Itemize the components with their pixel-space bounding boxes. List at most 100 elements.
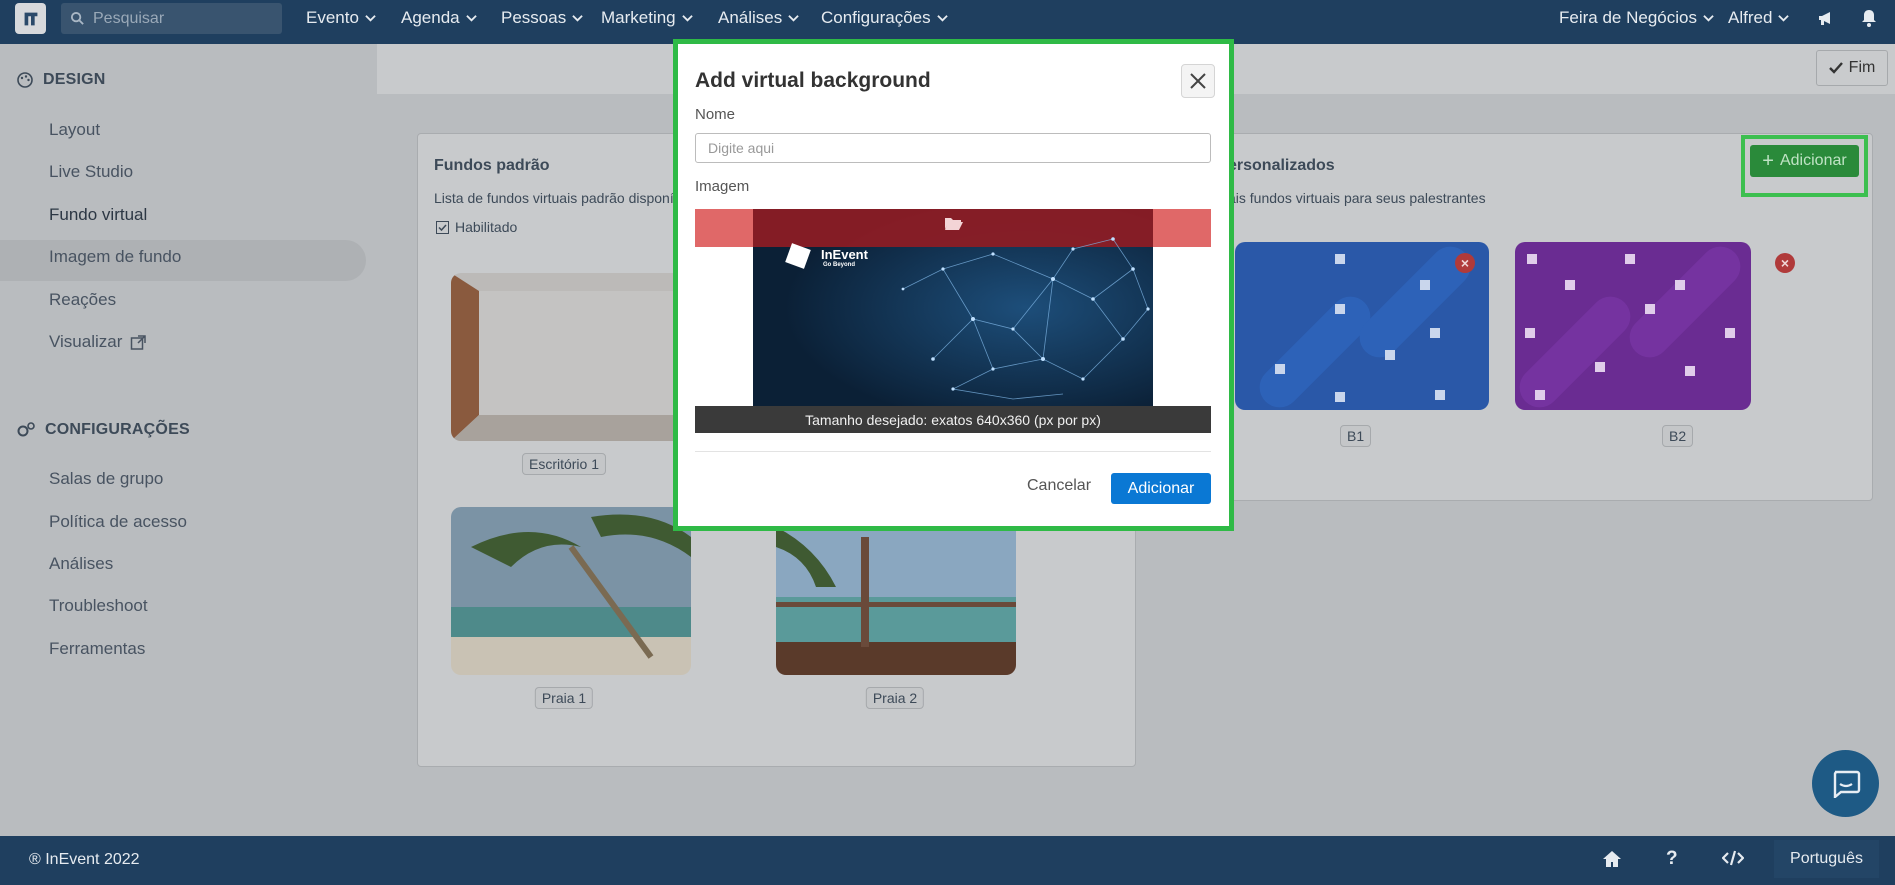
thumbnail-praia-2[interactable] xyxy=(776,507,1016,675)
modal-title: Add virtual background xyxy=(695,69,931,92)
help-icon[interactable]: ? xyxy=(1666,848,1678,870)
chevron-down-icon xyxy=(788,14,799,22)
nav-evento[interactable]: Evento xyxy=(306,8,376,28)
external-link-icon xyxy=(131,334,147,350)
thumbnail-caption: Praia 1 xyxy=(534,687,594,709)
palette-icon xyxy=(17,72,33,88)
network-background-image xyxy=(753,209,1153,406)
section-label: CONFIGURAÇÕES xyxy=(45,421,190,438)
card-description: ais fundos virtuais para seus palestrant… xyxy=(1228,190,1486,206)
plus-icon: + xyxy=(1762,150,1774,172)
sidebar-item-fundo-virtual[interactable]: Fundo virtual xyxy=(49,205,147,225)
nav-label: Configurações xyxy=(821,8,931,27)
add-button-highlight: + Adicionar xyxy=(1741,135,1868,197)
nav-label: Marketing xyxy=(601,8,676,27)
folder-open-icon[interactable] xyxy=(944,215,964,236)
add-custom-background-button[interactable]: + Adicionar xyxy=(1750,145,1859,177)
top-navbar: Evento Agenda Pessoas Marketing Análises… xyxy=(0,0,1895,44)
done-button[interactable]: Fim xyxy=(1816,50,1888,86)
code-icon[interactable] xyxy=(1721,849,1745,872)
nav-marketing[interactable]: Marketing xyxy=(601,8,693,28)
chevron-down-icon xyxy=(1703,14,1714,22)
search-input[interactable] xyxy=(93,9,273,28)
image-upload-area[interactable]: InEvent Go Beyond Tamanho desejado: exat… xyxy=(695,209,1211,433)
preview-logo-tagline: Go Beyond xyxy=(823,262,856,268)
footer: ® InEvent 2022 ? Português xyxy=(0,836,1895,885)
bell-icon[interactable] xyxy=(1860,8,1878,33)
sidebar: DESIGN Layout Live Studio Fundo virtual … xyxy=(0,44,377,836)
nav-label: Pessoas xyxy=(501,8,567,27)
design-section-title: DESIGN xyxy=(16,71,106,89)
sidebar-item-reacoes[interactable]: Reações xyxy=(49,290,116,310)
sidebar-item-live-studio[interactable]: Live Studio xyxy=(49,162,133,182)
user-menu[interactable]: Alfred xyxy=(1728,8,1790,28)
nav-agenda[interactable]: Agenda xyxy=(401,8,477,28)
blue-pattern-image xyxy=(1235,242,1489,410)
chevron-down-icon xyxy=(465,14,477,22)
home-icon[interactable] xyxy=(1602,850,1622,873)
chat-launcher-button[interactable] xyxy=(1812,750,1879,817)
nav-configuracoes[interactable]: Configurações xyxy=(821,8,948,28)
sidebar-item-troubleshoot[interactable]: Troubleshoot xyxy=(49,596,148,616)
checkbox-label: Habilitado xyxy=(455,219,518,235)
cancel-button[interactable]: Cancelar xyxy=(1027,477,1091,495)
sidebar-item-analises[interactable]: Análises xyxy=(49,554,113,574)
sidebar-item-layout[interactable]: Layout xyxy=(49,120,100,140)
language-selector[interactable]: Português xyxy=(1774,840,1879,878)
remove-b1-button[interactable]: × xyxy=(1455,253,1475,273)
logo-icon xyxy=(24,12,37,25)
size-hint: Tamanho desejado: exatos 640x360 (px por… xyxy=(695,406,1211,433)
config-section-title: CONFIGURAÇÕES xyxy=(16,421,190,439)
nav-label: Agenda xyxy=(401,8,460,27)
thumbnail-caption: Praia 2 xyxy=(865,687,925,709)
thumbnail-escritorio-1[interactable] xyxy=(451,273,691,441)
name-input[interactable] xyxy=(695,133,1211,163)
remove-b2-button[interactable]: × xyxy=(1775,253,1795,273)
user-name: Alfred xyxy=(1728,8,1773,27)
sidebar-item-imagem-de-fundo[interactable]: Imagem de fundo xyxy=(49,247,181,267)
sidebar-item-ferramentas[interactable]: Ferramentas xyxy=(49,639,145,659)
thumbnail-b1[interactable] xyxy=(1235,242,1489,410)
beach-window-image xyxy=(776,507,1016,675)
sidebar-item-salas-de-grupo[interactable]: Salas de grupo xyxy=(49,469,163,489)
nav-analises[interactable]: Análises xyxy=(718,8,799,28)
sidebar-item-politica-de-acesso[interactable]: Política de acesso xyxy=(49,512,187,532)
add-virtual-background-modal: Add virtual background Nome Imagem xyxy=(673,39,1234,531)
chevron-down-icon xyxy=(936,14,948,22)
name-label: Nome xyxy=(695,106,736,123)
modal-divider xyxy=(695,451,1211,452)
chevron-down-icon xyxy=(1778,14,1790,22)
checkbox-checked-icon xyxy=(436,220,449,234)
confirm-add-button[interactable]: Adicionar xyxy=(1111,473,1211,504)
office-room-image xyxy=(451,273,691,441)
thumbnail-b2[interactable] xyxy=(1515,242,1751,410)
card-title: ersonalizados xyxy=(1228,157,1335,174)
card-title: Fundos padrão xyxy=(434,157,550,174)
chevron-down-icon xyxy=(365,14,376,22)
copyright-text: ® InEvent 2022 xyxy=(29,851,140,868)
thumbnail-caption: B2 xyxy=(1662,425,1694,447)
megaphone-icon[interactable] xyxy=(1816,8,1836,33)
event-name: Feira de Negócios xyxy=(1559,8,1697,27)
background-preview: InEvent Go Beyond xyxy=(753,209,1153,406)
done-label: Fim xyxy=(1848,59,1876,76)
app-logo[interactable] xyxy=(15,3,46,34)
preview-logo-text: InEvent xyxy=(821,247,868,262)
sidebar-item-visualizar[interactable]: Visualizar xyxy=(49,332,147,352)
thumbnail-praia-1[interactable] xyxy=(451,507,691,675)
close-button[interactable] xyxy=(1181,64,1215,98)
enabled-checkbox[interactable]: Habilitado xyxy=(436,219,517,235)
close-icon xyxy=(1190,73,1206,89)
thumbnail-caption: B1 xyxy=(1340,425,1372,447)
nav-pessoas[interactable]: Pessoas xyxy=(501,8,583,28)
nav-label: Evento xyxy=(306,8,359,27)
purple-pattern-image xyxy=(1515,242,1751,410)
search-box[interactable] xyxy=(61,3,282,34)
event-selector[interactable]: Feira de Negócios xyxy=(1559,8,1714,28)
chevron-down-icon xyxy=(572,14,583,22)
chevron-down-icon xyxy=(681,14,693,22)
card-description: Lista de fundos virtuais padrão disponív… xyxy=(434,190,689,206)
add-label: Adicionar xyxy=(1779,152,1847,169)
search-icon xyxy=(70,11,84,25)
chat-icon xyxy=(1833,770,1860,798)
